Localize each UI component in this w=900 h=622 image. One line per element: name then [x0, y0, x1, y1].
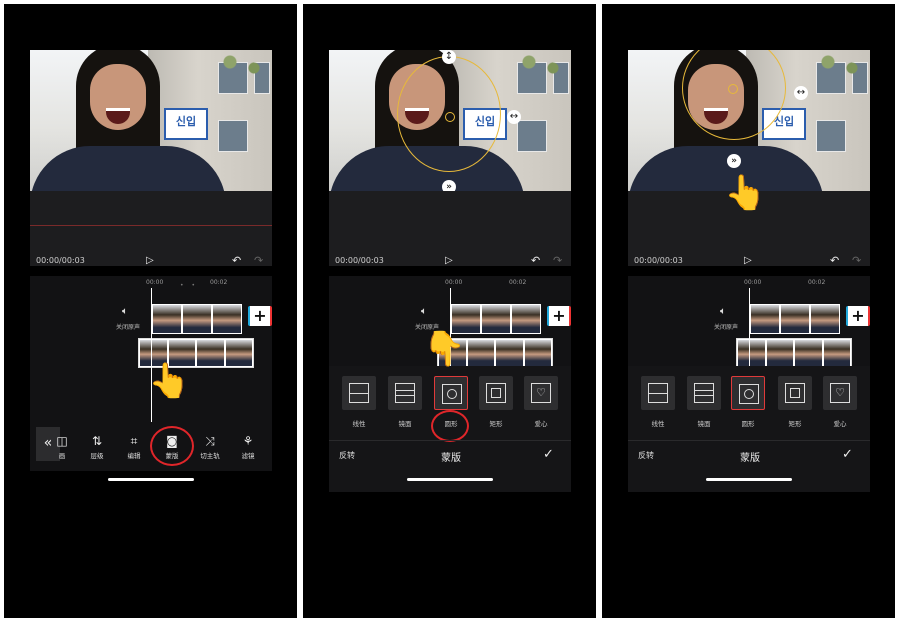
tool-switch-main-track[interactable]: ⤨ 切主轨 [194, 434, 226, 460]
main-clip[interactable] [750, 304, 840, 334]
play-icon[interactable]: ▷ [744, 255, 752, 266]
playhead[interactable] [749, 288, 750, 366]
timeline-tick: 00:00 [744, 279, 762, 286]
overlay-clip[interactable] [736, 338, 852, 368]
home-indicator [407, 478, 493, 481]
time-display: 00:00/00:03 [335, 256, 384, 265]
timeline-tick: 00:02 [808, 279, 826, 286]
pointing-hand-icon: 👆 [724, 173, 767, 213]
home-indicator [108, 478, 194, 481]
add-clip-button[interactable]: + [547, 306, 571, 326]
mute-audio-label: 关闭原声 [714, 324, 739, 331]
building-sign: 신입 [164, 108, 208, 140]
timeline-tick: 00:02 [509, 279, 527, 286]
tool-filter[interactable]: ⚘ 滤镜 [232, 434, 264, 460]
mask-center-handle[interactable] [445, 112, 455, 122]
animation-icon: ◫ [56, 434, 68, 448]
highlight-ring [431, 410, 469, 442]
invert-button[interactable]: 反转 [638, 450, 654, 461]
phone-screen-3: 신입 ↔ » 00:00/00:03 ▷ ↶ ↷ 00:00 00:02 🔈︎ … [602, 4, 895, 618]
video-preview[interactable]: 신입 ↔ ↕ » [329, 50, 571, 191]
circle-mask-icon [731, 376, 765, 410]
rectangle-mask-icon [778, 376, 812, 410]
layer-icon: ⇅ [91, 434, 103, 448]
mask-option-rectangle[interactable]: 矩形 [478, 376, 514, 428]
timeline-tick: 00:02 [210, 279, 228, 286]
speaker-icon[interactable]: 🔈︎ [122, 306, 128, 317]
mirror-mask-icon [687, 376, 721, 410]
timeline-tick: 00:00 [445, 279, 463, 286]
timeline-tick: 00:00 [146, 279, 164, 286]
mirror-mask-icon [388, 376, 422, 410]
play-icon[interactable]: ▷ [445, 255, 453, 266]
resize-vertical-icon[interactable]: ↕ [442, 50, 456, 64]
resize-horizontal-icon[interactable]: ↔ [507, 110, 521, 124]
mask-option-heart[interactable]: ♡ 爱心 [822, 376, 858, 428]
tool-layer[interactable]: ⇅ 层级 [81, 434, 113, 460]
checkmark-icon[interactable]: ✓ [842, 447, 853, 462]
phone-screen-2: 신입 ↔ ↕ » 00:00/00:03 ▷ ↶ ↷ 00:00 00:02 🔈… [303, 4, 596, 618]
play-icon[interactable]: ▷ [146, 255, 154, 266]
add-clip-button[interactable]: + [248, 306, 272, 326]
video-preview[interactable]: 신입 ↔ » [628, 50, 870, 191]
undo-icon[interactable]: ↶ [830, 254, 839, 267]
invert-button[interactable]: 反转 [339, 450, 355, 461]
heart-mask-icon: ♡ [524, 376, 558, 410]
linear-mask-icon [342, 376, 376, 410]
mask-option-linear[interactable]: 线性 [640, 376, 676, 428]
home-indicator [706, 478, 792, 481]
mask-option-linear[interactable]: 线性 [341, 376, 377, 428]
rectangle-mask-icon [479, 376, 513, 410]
undo-icon[interactable]: ↶ [531, 254, 540, 267]
mask-option-mirror[interactable]: 镜面 [686, 376, 722, 428]
tool-animation[interactable]: ◫ 画 [46, 434, 78, 460]
video-preview[interactable]: 신입 [30, 50, 272, 191]
mask-option-heart[interactable]: ♡ 爱心 [523, 376, 559, 428]
circle-mask-icon [434, 376, 468, 410]
mute-audio-label: 关闭原声 [116, 324, 141, 331]
resize-horizontal-icon[interactable]: ↔ [794, 86, 808, 100]
highlight-ring [150, 426, 194, 466]
mask-option-circle[interactable]: 圆形 [730, 376, 766, 428]
feather-icon[interactable]: » [727, 154, 741, 168]
time-display: 00:00/00:03 [36, 256, 85, 265]
redo-icon[interactable]: ↷ [852, 254, 861, 267]
tool-edit[interactable]: ⌗ 编辑 [118, 434, 150, 460]
mask-option-rectangle[interactable]: 矩形 [777, 376, 813, 428]
filter-icon: ⚘ [242, 434, 254, 448]
add-clip-button[interactable]: + [846, 306, 870, 326]
redo-icon[interactable]: ↷ [254, 254, 263, 267]
linear-mask-icon [641, 376, 675, 410]
panel-title: 蒙版 [441, 453, 461, 464]
mask-option-mirror[interactable]: 镜面 [387, 376, 423, 428]
progress-line [30, 225, 272, 226]
redo-icon[interactable]: ↷ [553, 254, 562, 267]
main-clip[interactable] [152, 304, 242, 334]
mask-center-handle[interactable] [728, 84, 738, 94]
playhead[interactable] [151, 288, 152, 422]
pointing-hand-icon: 👇 [423, 329, 466, 369]
crop-icon: ⌗ [130, 434, 138, 448]
undo-icon[interactable]: ↶ [232, 254, 241, 267]
shuffle-icon: ⤨ [205, 434, 215, 448]
checkmark-icon[interactable]: ✓ [543, 447, 554, 462]
pointing-hand-icon: 👆 [148, 361, 191, 401]
speaker-icon[interactable]: 🔈︎ [720, 306, 726, 317]
phone-screen-1: 신입 00:00/00:03 ▷ ↶ ↷ 00:00 00:02 •• 🔈︎ 关… [4, 4, 297, 618]
speaker-icon[interactable]: 🔈︎ [421, 306, 427, 317]
time-display: 00:00/00:03 [634, 256, 683, 265]
panel-title: 蒙版 [740, 453, 760, 464]
feather-icon[interactable]: » [442, 180, 456, 191]
heart-mask-icon: ♡ [823, 376, 857, 410]
